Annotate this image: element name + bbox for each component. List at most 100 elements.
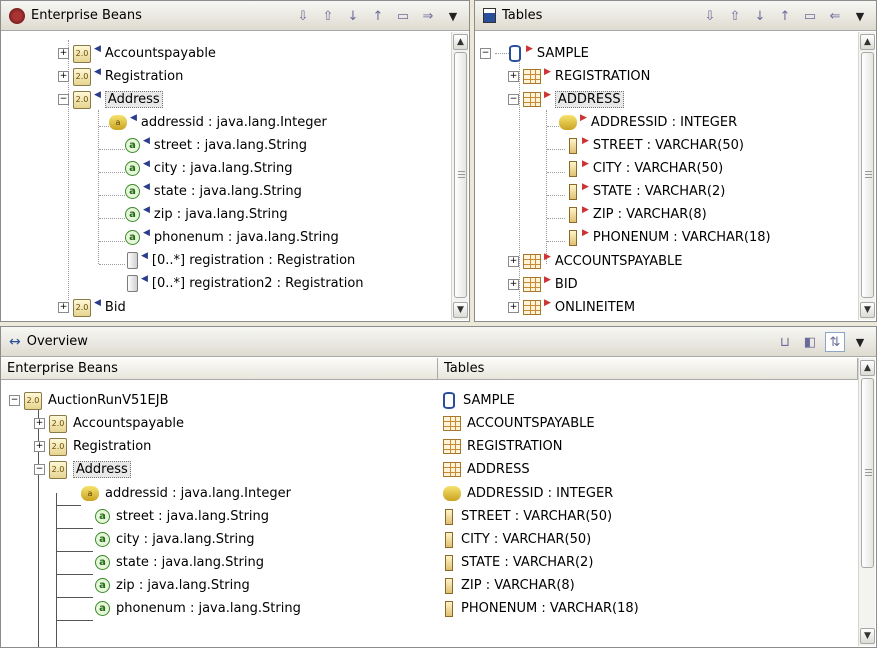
vertical-scrollbar[interactable]: ▲ ▼ <box>858 32 875 320</box>
overview-row[interactable]: + 2.0 Registration <box>34 435 151 458</box>
layout-icon[interactable]: ⇅ <box>825 332 845 352</box>
tree-item-label: Registration <box>104 69 184 84</box>
scroll-up-button[interactable]: ▲ <box>860 34 875 50</box>
view-menu-icon[interactable]: ▼ <box>850 332 870 352</box>
collapse-toggle[interactable]: − <box>9 395 20 406</box>
tree-item-onlineitem[interactable]: + ▶ ONLINEITEM <box>508 296 635 319</box>
tree-item-zip[interactable]: a ◀ zip : java.lang.String <box>125 203 288 226</box>
tree-item-registration2-relationship[interactable]: ◀ [0..*] registration2 : Registration <box>125 272 364 295</box>
table-cell-row[interactable]: STATE : VARCHAR(2) <box>441 551 593 574</box>
table-cell-row[interactable]: CITY : VARCHAR(50) <box>441 528 591 551</box>
tree-item-address[interactable]: − ▶ ADDRESS <box>508 88 624 111</box>
collapse-toggle[interactable]: − <box>58 94 69 105</box>
map-forward-icon[interactable]: ⇒ <box>418 6 438 26</box>
expand-icon[interactable]: ⇧ <box>318 6 338 26</box>
tree-item-street[interactable]: ▶ STREET : VARCHAR(50) <box>565 134 744 157</box>
scroll-down-button[interactable]: ▼ <box>860 628 875 644</box>
overview-row[interactable]: − 2.0 Address <box>34 458 131 481</box>
tree-item-accountspayable[interactable]: + ▶ ACCOUNTSPAYABLE <box>508 250 683 273</box>
down-arrow-icon[interactable]: ↓ <box>750 6 770 26</box>
tree-item-city[interactable]: ▶ CITY : VARCHAR(50) <box>565 157 723 180</box>
overview-row[interactable]: a street : java.lang.String <box>95 505 269 528</box>
scroll-down-button[interactable]: ▼ <box>453 302 468 318</box>
mapped-marker-icon: ▶ <box>580 113 587 123</box>
tree-item-addressid[interactable]: a ◀ addressid : java.lang.Integer <box>109 111 327 134</box>
scroll-down-button[interactable]: ▼ <box>860 302 875 318</box>
overview-row[interactable]: a zip : java.lang.String <box>95 574 250 597</box>
tree-item-state[interactable]: ▶ STATE : VARCHAR(2) <box>565 180 725 203</box>
expand-toggle[interactable]: + <box>508 279 519 290</box>
scroll-thumb[interactable] <box>861 378 874 568</box>
column-header-tables[interactable]: Tables <box>438 358 858 380</box>
expand-toggle[interactable]: + <box>34 441 45 452</box>
vertical-scrollbar[interactable]: ▲ ▼ <box>858 358 875 646</box>
tree-item-city[interactable]: a ◀ city : java.lang.String <box>125 157 293 180</box>
column-icon <box>569 229 577 246</box>
tree-item-addressid[interactable]: ▶ ADDRESSID : INTEGER <box>559 111 737 134</box>
expand-toggle[interactable]: + <box>58 48 69 59</box>
overview-row[interactable]: a phonenum : java.lang.String <box>95 597 301 620</box>
filter-icon[interactable]: ⊔ <box>775 332 795 352</box>
tree-item-label: PHONENUM : VARCHAR(18) <box>592 230 771 245</box>
column-header-enterprise-beans[interactable]: Enterprise Beans <box>1 358 438 380</box>
table-cell-row[interactable]: REGISTRATION <box>443 435 562 458</box>
down-arrow-icon[interactable]: ↓ <box>343 6 363 26</box>
table-cell-row[interactable]: ACCOUNTSPAYABLE <box>443 412 595 435</box>
entity-bean-icon: 2.0 <box>49 460 67 479</box>
tree-item-bid[interactable]: + ▶ BID <box>508 273 578 296</box>
columns-icon[interactable]: ◧ <box>800 332 820 352</box>
expand-toggle[interactable]: + <box>58 302 69 313</box>
overview-row[interactable]: a state : java.lang.String <box>95 551 264 574</box>
overview-row[interactable]: a addressid : java.lang.Integer <box>81 482 291 505</box>
table-icon <box>523 69 541 84</box>
expand-toggle[interactable]: + <box>34 418 45 429</box>
tree-item-registration[interactable]: + 2.0 ◀ Registration <box>58 65 183 88</box>
tree-item-sample[interactable]: − ▶ SAMPLE <box>480 42 589 65</box>
scroll-thumb[interactable] <box>454 52 467 298</box>
table-cell-row[interactable]: ZIP : VARCHAR(8) <box>441 574 575 597</box>
table-cell-row[interactable]: PHONENUM : VARCHAR(18) <box>441 597 639 620</box>
expand-toggle[interactable]: + <box>58 71 69 82</box>
mapped-marker-icon: ◀ <box>143 159 150 169</box>
table-cell: PHONENUM : VARCHAR(18) <box>461 601 639 616</box>
tree-item-street[interactable]: a ◀ street : java.lang.String <box>125 134 307 157</box>
collapse-all-icon[interactable]: ⇩ <box>293 6 313 26</box>
view-menu-icon[interactable]: ▼ <box>443 6 463 26</box>
expand-toggle[interactable]: + <box>508 256 519 267</box>
tree-item-registration-relationship[interactable]: ◀ [0..*] registration : Registration <box>125 249 355 272</box>
overview-tree-table: − 2.0 AuctionRunV51EJB SAMPLE + 2.0 Acco… <box>1 381 858 647</box>
expand-toggle[interactable]: + <box>508 71 519 82</box>
table-cell-row[interactable]: STREET : VARCHAR(50) <box>441 505 612 528</box>
overview-row[interactable]: + 2.0 Accountspayable <box>34 412 184 435</box>
table-cell-row[interactable]: ADDRESSID : INTEGER <box>443 482 613 505</box>
save-icon[interactable]: ▭ <box>800 6 820 26</box>
overview-row[interactable]: a city : java.lang.String <box>95 528 255 551</box>
collapse-toggle[interactable]: − <box>480 48 491 59</box>
up-arrow-icon[interactable]: ↑ <box>775 6 795 26</box>
tree-item-zip[interactable]: ▶ ZIP : VARCHAR(8) <box>565 203 707 226</box>
tree-item-accountspayable[interactable]: + 2.0 ◀ Accountspayable <box>58 42 216 65</box>
tree-item-phonenum[interactable]: a ◀ phonenum : java.lang.String <box>125 226 339 249</box>
attribute-icon: a <box>95 578 110 593</box>
tree-item-registration[interactable]: + ▶ REGISTRATION <box>508 65 650 88</box>
tree-item-state[interactable]: a ◀ state : java.lang.String <box>125 180 302 203</box>
collapse-all-icon[interactable]: ⇩ <box>700 6 720 26</box>
tree-item-address[interactable]: − 2.0 ◀ Address <box>58 88 163 111</box>
scroll-up-button[interactable]: ▲ <box>860 360 875 376</box>
map-back-icon[interactable]: ⇐ <box>825 6 845 26</box>
up-arrow-icon[interactable]: ↑ <box>368 6 388 26</box>
expand-toggle[interactable]: + <box>508 302 519 313</box>
view-menu-icon[interactable]: ▼ <box>850 6 870 26</box>
table-cell-row[interactable]: SAMPLE <box>441 389 515 412</box>
vertical-scrollbar[interactable]: ▲ ▼ <box>451 32 468 320</box>
tree-item-bid[interactable]: + 2.0 ◀ Bid <box>58 296 126 319</box>
collapse-toggle[interactable]: − <box>34 464 45 475</box>
scroll-thumb[interactable] <box>861 52 874 298</box>
expand-icon[interactable]: ⇧ <box>725 6 745 26</box>
table-cell-row[interactable]: ADDRESS <box>443 458 530 481</box>
overview-row[interactable]: − 2.0 AuctionRunV51EJB <box>9 389 169 412</box>
tree-item-phonenum[interactable]: ▶ PHONENUM : VARCHAR(18) <box>565 226 771 249</box>
collapse-toggle[interactable]: − <box>508 94 519 105</box>
scroll-up-button[interactable]: ▲ <box>453 34 468 50</box>
save-icon[interactable]: ▭ <box>393 6 413 26</box>
